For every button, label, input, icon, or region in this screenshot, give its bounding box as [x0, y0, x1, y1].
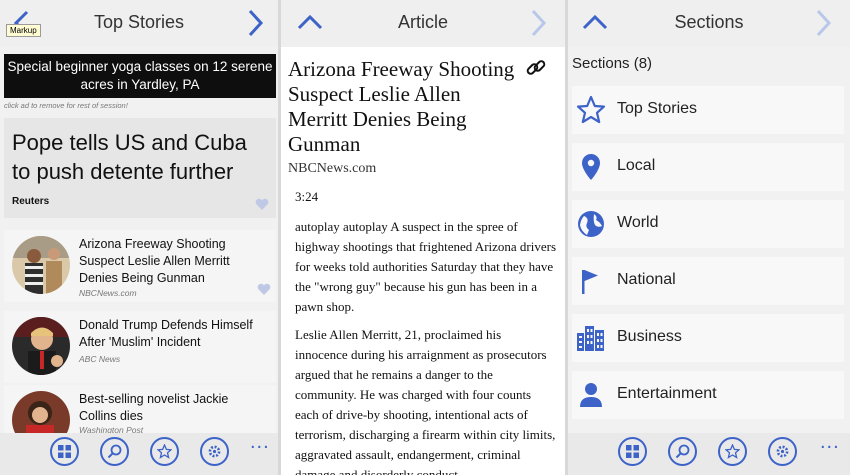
story-thumbnail	[12, 236, 70, 294]
article-source: NBCNews.com	[288, 161, 377, 176]
article-header: Article	[281, 0, 565, 47]
more-options-icon[interactable]: ...	[250, 431, 270, 454]
article-panel: Article Arizona Freeway Shooting Suspect…	[281, 0, 565, 475]
app-bar: ...	[0, 431, 278, 475]
sections-panel: Sections Sections (8) Top Stories Local …	[568, 0, 850, 475]
section-label: Local	[617, 157, 656, 174]
section-item-world[interactable]: World	[572, 200, 844, 248]
article-body: Arizona Freeway Shooting Suspect Leslie …	[281, 47, 565, 475]
star-icon[interactable]	[150, 437, 179, 466]
featured-story[interactable]: Pope tells US and Cuba to push detente f…	[4, 118, 276, 218]
chevron-right-icon[interactable]	[808, 8, 838, 38]
grid-icon[interactable]	[618, 437, 647, 466]
top-stories-header: Top Stories	[0, 0, 278, 47]
more-options-icon[interactable]: ...	[820, 431, 840, 454]
section-item-national[interactable]: National	[572, 257, 844, 305]
sections-count: Sections (8)	[572, 55, 653, 72]
star-icon	[576, 95, 606, 125]
gear-icon[interactable]	[200, 437, 229, 466]
buildings-icon	[576, 323, 606, 353]
story-source: NBCNews.com	[79, 288, 137, 298]
featured-source: Reuters	[12, 196, 50, 207]
ad-note: click ad to remove for rest of session!	[4, 101, 128, 110]
link-icon[interactable]	[525, 57, 547, 79]
section-label: Entertainment	[617, 385, 717, 402]
section-label: World	[617, 214, 659, 231]
video-duration: 3:24	[295, 189, 319, 204]
section-label: Top Stories	[617, 100, 698, 117]
chevron-right-icon[interactable]	[523, 8, 553, 38]
markup-tooltip: Markup	[6, 24, 41, 37]
chevron-right-icon[interactable]	[240, 8, 270, 38]
grid-icon[interactable]	[50, 437, 79, 466]
story-title: Best-selling novelist Jackie Collins die…	[79, 392, 229, 423]
story-thumbnail	[12, 317, 70, 375]
page-title: Top Stories	[93, 12, 185, 32]
article-paragraph: Leslie Allen Merritt, 21, proclaimed his…	[295, 327, 556, 475]
star-icon[interactable]	[718, 437, 747, 466]
globe-icon	[576, 209, 606, 239]
article-title: Arizona Freeway Shooting Suspect Leslie …	[288, 57, 515, 156]
article-paragraph: autoplay autoplay A suspect in the spree…	[295, 219, 557, 314]
heart-icon[interactable]	[255, 198, 269, 211]
search-icon[interactable]	[100, 437, 129, 466]
section-item-business[interactable]: Business	[572, 314, 844, 362]
section-item-entertainment[interactable]: Entertainment	[572, 371, 844, 419]
sections-header: Sections	[568, 0, 850, 47]
gear-icon[interactable]	[768, 437, 797, 466]
app-bar: ...	[568, 431, 850, 475]
top-stories-panel: Top Stories Markup Special beginner yoga…	[0, 0, 278, 475]
list-item[interactable]: Donald Trump Defends Himself After 'Musl…	[4, 311, 276, 383]
map-pin-icon	[576, 152, 606, 182]
featured-title: Pope tells US and Cuba to push detente f…	[12, 130, 247, 184]
list-item[interactable]: Arizona Freeway Shooting Suspect Leslie …	[4, 230, 276, 302]
section-label: National	[617, 271, 676, 288]
story-title: Arizona Freeway Shooting Suspect Leslie …	[79, 237, 230, 285]
section-item-top-stories[interactable]: Top Stories	[572, 86, 844, 134]
flag-icon	[576, 266, 606, 296]
section-item-local[interactable]: Local	[572, 143, 844, 191]
search-icon[interactable]	[668, 437, 697, 466]
heart-icon[interactable]	[257, 283, 271, 296]
person-icon	[576, 380, 606, 410]
story-source: ABC News	[79, 354, 121, 364]
story-title: Donald Trump Defends Himself After 'Musl…	[79, 318, 253, 349]
section-label: Business	[617, 328, 682, 345]
ad-banner[interactable]: Special beginner yoga classes on 12 sere…	[4, 54, 276, 98]
